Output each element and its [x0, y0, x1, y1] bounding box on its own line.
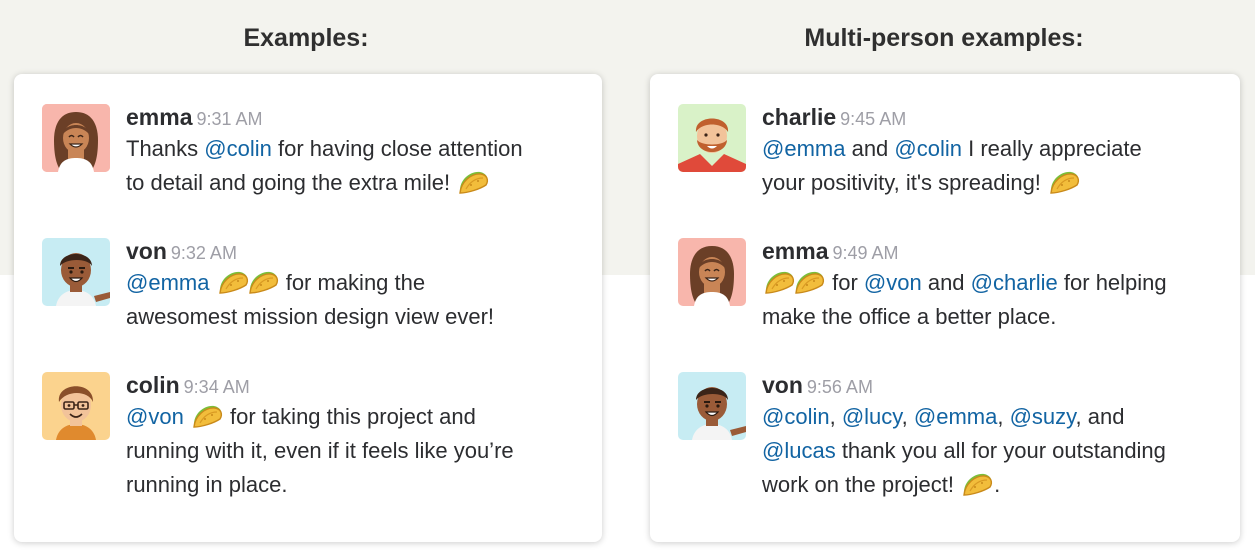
- timestamp[interactable]: 9:31 AM: [196, 109, 262, 129]
- mention-von[interactable]: @von: [864, 270, 922, 295]
- taco-icon: [456, 168, 490, 196]
- taco-icon: [246, 268, 280, 296]
- author-name[interactable]: emma: [762, 238, 828, 264]
- mention-von[interactable]: @von: [126, 404, 184, 429]
- author-name[interactable]: charlie: [762, 104, 836, 130]
- mention-colin[interactable]: @colin: [894, 136, 962, 161]
- author-name[interactable]: emma: [126, 104, 192, 130]
- taco-icon: [960, 470, 994, 498]
- multi-person-heading: Multi-person examples:: [804, 24, 1084, 52]
- taco-icon: [216, 268, 250, 296]
- emma-avatar[interactable]: [678, 238, 746, 306]
- emma-avatar[interactable]: [42, 104, 110, 172]
- mention-suzy[interactable]: @suzy: [1010, 404, 1076, 429]
- timestamp[interactable]: 9:49 AM: [832, 243, 898, 263]
- multi-person-card: charlie 9:45 AM @emma and @colin I really…: [650, 74, 1240, 542]
- mention-lucy[interactable]: @lucy: [842, 404, 902, 429]
- mention-colin[interactable]: @colin: [762, 404, 830, 429]
- timestamp[interactable]: 9:56 AM: [807, 377, 873, 397]
- message-text: @emma and @colin I really appreciate you…: [762, 136, 1142, 196]
- examples-card: emma 9:31 AM Thanks @colin for having clo…: [14, 74, 602, 542]
- colin-avatar[interactable]: [42, 372, 110, 440]
- author-name[interactable]: von: [762, 372, 803, 398]
- mention-charlie[interactable]: @charlie: [971, 270, 1058, 295]
- mention-emma[interactable]: @emma: [914, 404, 997, 429]
- mention-colin[interactable]: @colin: [204, 136, 272, 161]
- von-avatar[interactable]: [42, 238, 110, 306]
- taco-icon: [190, 402, 224, 430]
- mention-emma[interactable]: @emma: [762, 136, 845, 161]
- charlie-avatar[interactable]: [678, 104, 746, 172]
- message-text: @colin, @lucy, @emma, @suzy, and @lucas …: [762, 404, 1166, 498]
- mention-emma[interactable]: @emma: [126, 270, 209, 295]
- von-avatar[interactable]: [678, 372, 746, 440]
- message-text: @von for taking this project and running…: [126, 402, 514, 497]
- message-text: @emma for making the awesomest mission d…: [126, 268, 495, 329]
- message-text: Thanks @colin for having close attention…: [126, 136, 523, 196]
- author-name[interactable]: von: [126, 238, 167, 264]
- timestamp[interactable]: 9:34 AM: [184, 377, 250, 397]
- taco-icon: [762, 268, 796, 296]
- examples-heading: Examples:: [243, 24, 369, 52]
- taco-icon: [1047, 168, 1081, 196]
- timestamp[interactable]: 9:45 AM: [840, 109, 906, 129]
- author-name[interactable]: colin: [126, 372, 180, 398]
- taco-icon: [792, 268, 826, 296]
- mention-lucas[interactable]: @lucas: [762, 438, 836, 463]
- timestamp[interactable]: 9:32 AM: [171, 243, 237, 263]
- message-text: for @von and @charlie for helping make t…: [762, 268, 1167, 329]
